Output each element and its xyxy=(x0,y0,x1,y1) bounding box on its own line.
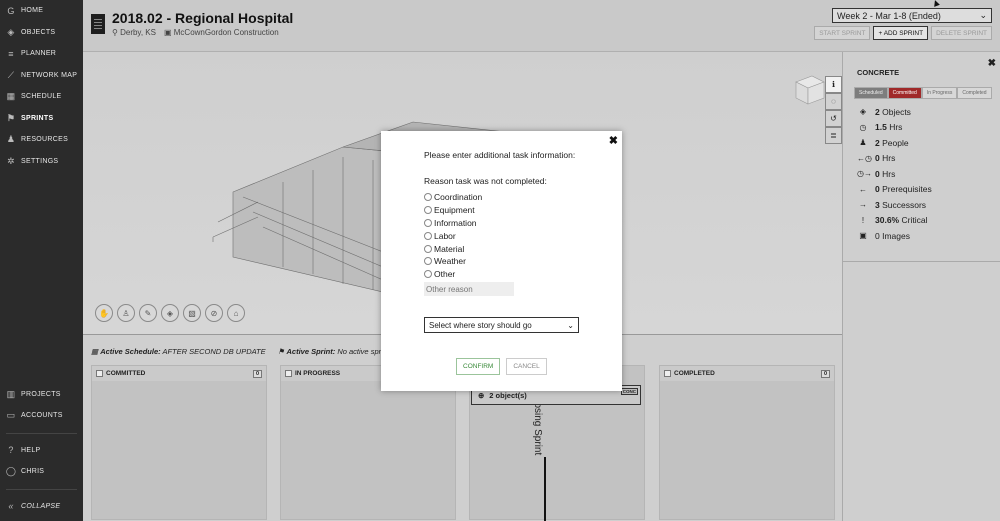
task-info-dialog: ✖ Please enter additional task informati… xyxy=(381,131,622,391)
reason-option-labor[interactable]: Labor xyxy=(424,229,482,242)
reason-option-other[interactable]: Other xyxy=(424,268,482,281)
close-icon[interactable]: ✖ xyxy=(609,134,618,147)
radio-button[interactable] xyxy=(424,270,432,279)
reason-option-equipment[interactable]: Equipment xyxy=(424,204,482,217)
reason-question: Reason task was not completed: xyxy=(424,176,547,186)
confirm-button[interactable]: CONFIRM xyxy=(456,358,501,375)
story-destination-select[interactable]: Select where story should go ⌄ xyxy=(424,317,579,333)
dialog-actions: CONFIRM CANCEL xyxy=(456,358,547,375)
radio-button[interactable] xyxy=(424,218,432,227)
radio-button[interactable] xyxy=(424,193,432,202)
reason-option-information[interactable]: Information xyxy=(424,217,482,230)
reason-option-coordination[interactable]: Coordination xyxy=(424,191,482,204)
cancel-button[interactable]: CANCEL xyxy=(506,358,547,375)
dialog-message: Please enter additional task information… xyxy=(424,150,576,160)
other-reason-input[interactable] xyxy=(424,282,514,296)
radio-button[interactable] xyxy=(424,244,432,253)
radio-button[interactable] xyxy=(424,206,432,215)
reason-option-weather[interactable]: Weather xyxy=(424,255,482,268)
chevron-down-icon: ⌄ xyxy=(567,320,574,330)
radio-button[interactable] xyxy=(424,257,432,266)
reason-option-material[interactable]: Material xyxy=(424,242,482,255)
radio-button[interactable] xyxy=(424,231,432,240)
reason-radio-group: Coordination Equipment Information Labor Mat… xyxy=(424,191,482,281)
